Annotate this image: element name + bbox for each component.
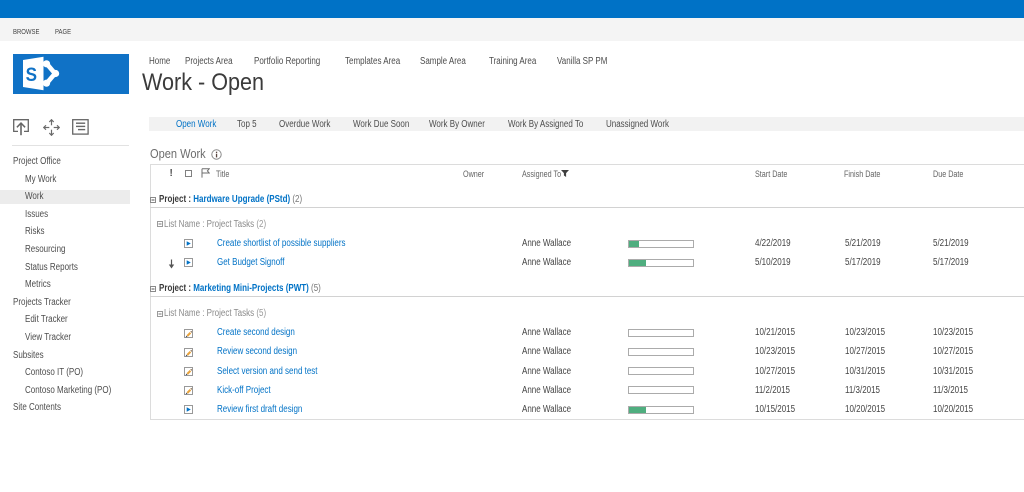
svg-text:S: S [26, 64, 37, 85]
